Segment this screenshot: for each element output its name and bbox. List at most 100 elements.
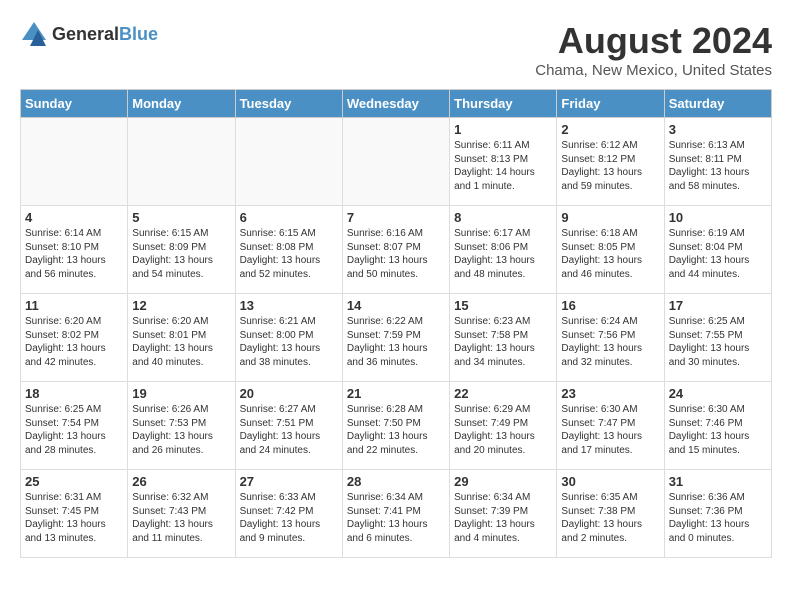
day-number: 11	[25, 298, 123, 313]
day-number: 24	[669, 386, 767, 401]
calendar-cell: 26 Sunrise: 6:32 AM Sunset: 7:43 PM Dayli…	[128, 470, 235, 558]
calendar-cell: 7 Sunrise: 6:16 AM Sunset: 8:07 PM Daylig…	[342, 206, 449, 294]
calendar-cell: 20 Sunrise: 6:27 AM Sunset: 7:51 PM Dayli…	[235, 382, 342, 470]
logo-blue-text: Blue	[119, 24, 158, 44]
calendar-cell: 31Sunrise: 6:36 AM Sunset: 7:36 PM Dayli…	[664, 470, 771, 558]
day-info: Sunrise: 6:15 AM Sunset: 8:08 PM Dayligh…	[240, 227, 338, 281]
calendar-cell: 18 Sunrise: 6:25 AM Sunset: 7:54 PM Dayli…	[21, 382, 128, 470]
day-info: Sunrise: 6:31 AM Sunset: 7:45 PM Dayligh…	[25, 491, 123, 545]
day-info: Sunrise: 6:35 AM Sunset: 7:38 PM Dayligh…	[561, 491, 659, 545]
title-section: August 2024 Chama, New Mexico, United St…	[535, 20, 772, 79]
day-number: 30	[561, 474, 659, 489]
calendar-cell: 15 Sunrise: 6:23 AM Sunset: 7:58 PM Dayli…	[450, 294, 557, 382]
calendar-cell	[21, 118, 128, 206]
calendar-cell: 13Sunrise: 6:21 AM Sunset: 8:00 PM Dayli…	[235, 294, 342, 382]
day-number: 9	[561, 210, 659, 225]
day-number: 20	[240, 386, 338, 401]
day-info: Sunrise: 6:21 AM Sunset: 8:00 PM Dayligh…	[240, 315, 338, 369]
day-header-thursday: Thursday	[450, 90, 557, 118]
calendar-cell: 25Sunrise: 6:31 AM Sunset: 7:45 PM Dayli…	[21, 470, 128, 558]
header: GeneralBlue August 2024 Chama, New Mexic…	[20, 20, 772, 79]
day-number: 26	[132, 474, 230, 489]
day-header-monday: Monday	[128, 90, 235, 118]
calendar-cell: 9Sunrise: 6:18 AM Sunset: 8:05 PM Daylig…	[557, 206, 664, 294]
day-info: Sunrise: 6:19 AM Sunset: 8:04 PM Dayligh…	[669, 227, 767, 281]
calendar-cell	[235, 118, 342, 206]
day-info: Sunrise: 6:33 AM Sunset: 7:42 PM Dayligh…	[240, 491, 338, 545]
calendar-cell: 16Sunrise: 6:24 AM Sunset: 7:56 PM Dayli…	[557, 294, 664, 382]
day-number: 6	[240, 210, 338, 225]
day-info: Sunrise: 6:13 AM Sunset: 8:11 PM Dayligh…	[669, 139, 767, 193]
calendar-cell: 14 Sunrise: 6:22 AM Sunset: 7:59 PM Dayli…	[342, 294, 449, 382]
calendar-cell: 3 Sunrise: 6:13 AM Sunset: 8:11 PM Daylig…	[664, 118, 771, 206]
day-number: 15	[454, 298, 552, 313]
calendar-cell: 21 Sunrise: 6:28 AM Sunset: 7:50 PM Dayli…	[342, 382, 449, 470]
calendar-cell: 19 Sunrise: 6:26 AM Sunset: 7:53 PM Dayli…	[128, 382, 235, 470]
day-info: Sunrise: 6:15 AM Sunset: 8:09 PM Dayligh…	[132, 227, 230, 281]
calendar-cell: 2 Sunrise: 6:12 AM Sunset: 8:12 PM Daylig…	[557, 118, 664, 206]
day-info: Sunrise: 6:30 AM Sunset: 7:46 PM Dayligh…	[669, 403, 767, 457]
calendar-cell	[128, 118, 235, 206]
month-year-title: August 2024	[535, 20, 772, 62]
day-number: 4	[25, 210, 123, 225]
day-header-wednesday: Wednesday	[342, 90, 449, 118]
day-info: Sunrise: 6:20 AM Sunset: 8:01 PM Dayligh…	[132, 315, 230, 369]
day-number: 14	[347, 298, 445, 313]
day-number: 18	[25, 386, 123, 401]
location-subtitle: Chama, New Mexico, United States	[535, 62, 772, 79]
day-info: Sunrise: 6:27 AM Sunset: 7:51 PM Dayligh…	[240, 403, 338, 457]
day-info: Sunrise: 6:36 AM Sunset: 7:36 PM Dayligh…	[669, 491, 767, 545]
calendar-cell: 10Sunrise: 6:19 AM Sunset: 8:04 PM Dayli…	[664, 206, 771, 294]
day-number: 27	[240, 474, 338, 489]
week-row-2: 11 Sunrise: 6:20 AM Sunset: 8:02 PM Dayli…	[21, 294, 772, 382]
day-info: Sunrise: 6:12 AM Sunset: 8:12 PM Dayligh…	[561, 139, 659, 193]
day-header-sunday: Sunday	[21, 90, 128, 118]
day-number: 12	[132, 298, 230, 313]
day-number: 7	[347, 210, 445, 225]
day-number: 28	[347, 474, 445, 489]
day-number: 29	[454, 474, 552, 489]
calendar-cell: 24 Sunrise: 6:30 AM Sunset: 7:46 PM Dayli…	[664, 382, 771, 470]
calendar-cell: 28 Sunrise: 6:34 AM Sunset: 7:41 PM Dayli…	[342, 470, 449, 558]
calendar-cell	[342, 118, 449, 206]
day-number: 21	[347, 386, 445, 401]
week-row-0: 1 Sunrise: 6:11 AM Sunset: 8:13 PM Daylig…	[21, 118, 772, 206]
day-info: Sunrise: 6:25 AM Sunset: 7:55 PM Dayligh…	[669, 315, 767, 369]
day-info: Sunrise: 6:28 AM Sunset: 7:50 PM Dayligh…	[347, 403, 445, 457]
day-number: 1	[454, 122, 552, 137]
calendar-cell: 27 Sunrise: 6:33 AM Sunset: 7:42 PM Dayli…	[235, 470, 342, 558]
day-header-saturday: Saturday	[664, 90, 771, 118]
day-info: Sunrise: 6:11 AM Sunset: 8:13 PM Dayligh…	[454, 139, 552, 193]
day-info: Sunrise: 6:22 AM Sunset: 7:59 PM Dayligh…	[347, 315, 445, 369]
day-info: Sunrise: 6:20 AM Sunset: 8:02 PM Dayligh…	[25, 315, 123, 369]
day-number: 5	[132, 210, 230, 225]
calendar-table: SundayMondayTuesdayWednesdayThursdayFrid…	[20, 89, 772, 558]
day-header-tuesday: Tuesday	[235, 90, 342, 118]
day-info: Sunrise: 6:29 AM Sunset: 7:49 PM Dayligh…	[454, 403, 552, 457]
calendar-cell: 1 Sunrise: 6:11 AM Sunset: 8:13 PM Daylig…	[450, 118, 557, 206]
week-row-3: 18 Sunrise: 6:25 AM Sunset: 7:54 PM Dayli…	[21, 382, 772, 470]
calendar-cell: 30 Sunrise: 6:35 AM Sunset: 7:38 PM Dayli…	[557, 470, 664, 558]
day-number: 2	[561, 122, 659, 137]
day-info: Sunrise: 6:25 AM Sunset: 7:54 PM Dayligh…	[25, 403, 123, 457]
logo: GeneralBlue	[20, 20, 158, 48]
day-info: Sunrise: 6:16 AM Sunset: 8:07 PM Dayligh…	[347, 227, 445, 281]
day-info: Sunrise: 6:30 AM Sunset: 7:47 PM Dayligh…	[561, 403, 659, 457]
logo-icon	[20, 20, 48, 48]
day-info: Sunrise: 6:26 AM Sunset: 7:53 PM Dayligh…	[132, 403, 230, 457]
day-header-friday: Friday	[557, 90, 664, 118]
day-number: 19	[132, 386, 230, 401]
day-number: 3	[669, 122, 767, 137]
logo-general-text: General	[52, 24, 119, 44]
calendar-cell: 29Sunrise: 6:34 AM Sunset: 7:39 PM Dayli…	[450, 470, 557, 558]
day-info: Sunrise: 6:34 AM Sunset: 7:41 PM Dayligh…	[347, 491, 445, 545]
week-row-4: 25Sunrise: 6:31 AM Sunset: 7:45 PM Dayli…	[21, 470, 772, 558]
calendar-cell: 11 Sunrise: 6:20 AM Sunset: 8:02 PM Dayli…	[21, 294, 128, 382]
day-info: Sunrise: 6:23 AM Sunset: 7:58 PM Dayligh…	[454, 315, 552, 369]
calendar-cell: 5 Sunrise: 6:15 AM Sunset: 8:09 PM Daylig…	[128, 206, 235, 294]
calendar-cell: 23 Sunrise: 6:30 AM Sunset: 7:47 PM Dayli…	[557, 382, 664, 470]
day-info: Sunrise: 6:32 AM Sunset: 7:43 PM Dayligh…	[132, 491, 230, 545]
day-number: 23	[561, 386, 659, 401]
calendar-cell: 6 Sunrise: 6:15 AM Sunset: 8:08 PM Daylig…	[235, 206, 342, 294]
calendar-cell: 12 Sunrise: 6:20 AM Sunset: 8:01 PM Dayli…	[128, 294, 235, 382]
